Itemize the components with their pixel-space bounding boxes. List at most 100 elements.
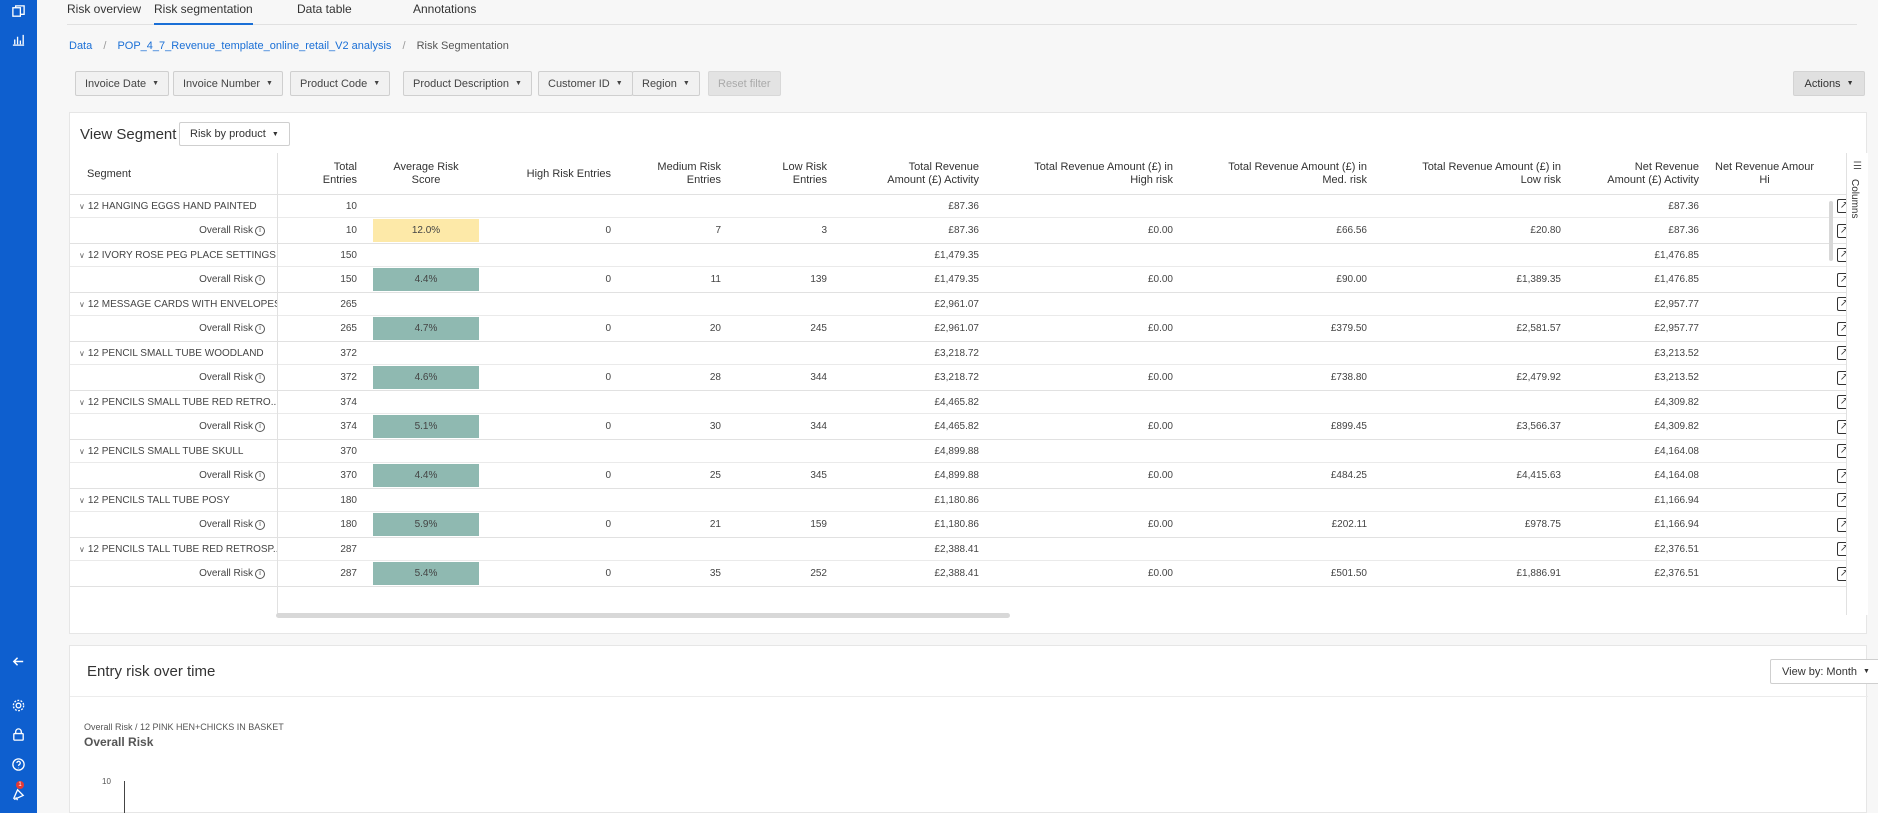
segment-row[interactable]: ∨ 12 PENCILS SMALL TUBE SKULL 370 £4,899.88… — [70, 440, 1851, 463]
segment-row[interactable]: ∨ 12 PENCILS TALL TUBE RED RETROSP... 287 £… — [70, 538, 1851, 561]
caret-down-icon: ▼ — [615, 80, 623, 87]
info-icon[interactable]: i — [255, 274, 265, 285]
filter-invoice-number[interactable]: Invoice Number ▼ — [173, 71, 283, 96]
breadcrumb-data[interactable]: Data — [69, 40, 92, 52]
cell-net: £2,376.51 — [1654, 568, 1700, 579]
cell-medium: 30 — [709, 421, 721, 432]
tab-risk-segmentation[interactable]: Risk segmentation — [154, 2, 253, 25]
info-icon[interactable]: i — [255, 372, 265, 383]
header-total-entries[interactable]: Total Entries — [277, 153, 363, 195]
chevron-down-icon[interactable]: ∨ — [79, 349, 85, 358]
cell-rev_med: £501.50 — [1330, 568, 1367, 579]
columns-grip-icon: ☰ — [1853, 161, 1862, 172]
help-icon[interactable] — [0, 753, 37, 775]
info-icon[interactable]: i — [255, 470, 265, 481]
info-icon[interactable]: i — [255, 323, 265, 334]
filter-region[interactable]: Region ▼ — [632, 71, 700, 96]
filter-product-code[interactable]: Product Code ▼ — [290, 71, 391, 96]
overall-risk-row[interactable]: Overall Risk i 12.0% 10 0 7 3 £87.36 £0.00 £66.56… — [70, 218, 1851, 244]
chevron-down-icon[interactable]: ∨ — [79, 300, 85, 309]
notification-icon[interactable]: 1 — [0, 781, 37, 805]
cell-rev_high: £0.00 — [1147, 225, 1173, 236]
segment-select[interactable]: Risk by product ▼ — [179, 122, 290, 146]
filter-product-description[interactable]: Product Description ▼ — [403, 71, 532, 96]
segment-name[interactable]: ∨ 12 PENCILS TALL TUBE RED RETROSP... — [70, 538, 277, 560]
vertical-scrollbar[interactable] — [1829, 201, 1833, 261]
segment-name[interactable]: ∨ 12 IVORY ROSE PEG PLACE SETTINGS — [70, 244, 277, 266]
columns-side-panel[interactable]: ☰ Columns — [1846, 153, 1868, 615]
info-icon[interactable]: i — [255, 568, 265, 579]
lock-icon[interactable] — [0, 723, 37, 745]
segment-row[interactable]: ∨ 12 HANGING EGGS HAND PAINTED 10 £87.36 £87… — [70, 195, 1851, 218]
header-high-risk-entries[interactable]: High Risk Entries — [479, 153, 617, 195]
view-by-select[interactable]: View by: Month ▼ — [1770, 659, 1878, 684]
horizontal-scrollbar[interactable] — [276, 613, 1010, 618]
chevron-down-icon[interactable]: ∨ — [79, 251, 85, 260]
breadcrumb-separator: / — [103, 40, 107, 52]
header-net-revenue-high[interactable]: Net Revenue Amour Hi — [1705, 153, 1868, 195]
header-average-risk-score[interactable]: Average Risk Score — [373, 153, 479, 195]
segment-row[interactable]: ∨ 12 PENCILS TALL TUBE POSY 180 £1,180.86 £1… — [70, 489, 1851, 512]
segment-row[interactable]: ∨ 12 MESSAGE CARDS WITH ENVELOPES 265 £2,96… — [70, 293, 1851, 316]
segment-row[interactable]: ∨ 12 PENCIL SMALL TUBE WOODLAND 372 £3,218.… — [70, 342, 1851, 365]
bar-chart-icon[interactable] — [0, 28, 37, 50]
segment-name[interactable]: ∨ 12 PENCILS TALL TUBE POSY — [70, 489, 277, 511]
header-low-risk-entries[interactable]: Low Risk Entries — [727, 153, 833, 195]
segment-name[interactable]: ∨ 12 MESSAGE CARDS WITH ENVELOPES — [70, 293, 277, 315]
cell-medium: 7 — [715, 225, 721, 236]
segment-name[interactable]: ∨ 12 PENCILS SMALL TUBE RED RETRO... — [70, 391, 277, 413]
segment-name[interactable]: ∨ 12 PENCIL SMALL TUBE WOODLAND — [70, 342, 277, 364]
chevron-down-icon[interactable]: ∨ — [79, 496, 85, 505]
header-total-revenue-med[interactable]: Total Revenue Amount (£) in Med. risk — [1179, 153, 1373, 195]
chevron-down-icon[interactable]: ∨ — [79, 545, 85, 554]
header-medium-risk-entries[interactable]: Medium Risk Entries — [617, 153, 727, 195]
cell-net: £87.36 — [1668, 200, 1699, 212]
filter-customer-id[interactable]: Customer ID ▼ — [538, 71, 633, 96]
tab-annotations[interactable]: Annotations — [413, 2, 476, 25]
reset-filter-button[interactable]: Reset filter — [708, 71, 781, 96]
filter-label: Customer ID — [548, 77, 610, 90]
breadcrumb-separator: / — [402, 40, 406, 52]
segment-name[interactable]: ∨ 12 HANGING EGGS HAND PAINTED — [70, 195, 277, 217]
segment-row[interactable]: ∨ 12 IVORY ROSE PEG PLACE SETTINGS 150 £1,4… — [70, 244, 1851, 267]
chart-subtitle: Overall Risk / 12 PINK HEN+CHICKS IN BAS… — [84, 722, 284, 732]
arrow-left-icon[interactable] — [0, 650, 37, 672]
overall-risk-row[interactable]: Overall Risk i 4.4% 150 0 11 139 £1,479.35 £0.00… — [70, 267, 1851, 293]
pages-icon[interactable] — [0, 0, 37, 22]
overall-risk-row[interactable]: Overall Risk i 4.7% 265 0 20 245 £2,961.07 £0.00… — [70, 316, 1851, 342]
header-total-revenue-activity[interactable]: Total Revenue Amount (£) Activity — [833, 153, 985, 195]
header-segment[interactable]: Segment — [70, 153, 277, 195]
info-icon[interactable]: i — [255, 225, 265, 236]
cell-low: 159 — [810, 519, 827, 530]
overall-risk-row[interactable]: Overall Risk i 5.4% 287 0 35 252 £2,388.41 £0.00… — [70, 561, 1851, 587]
info-icon[interactable]: i — [255, 421, 265, 432]
info-icon[interactable]: i — [255, 519, 265, 530]
header-total-revenue-low[interactable]: Total Revenue Amount (£) in Low risk — [1373, 153, 1567, 195]
cell-rev_low: £2,479.92 — [1516, 372, 1562, 383]
segment-name[interactable]: ∨ 12 PENCILS SMALL TUBE SKULL — [70, 440, 277, 462]
actions-button[interactable]: Actions ▼ — [1793, 71, 1865, 96]
cell-medium: 28 — [709, 372, 721, 383]
cell-rev_high: £0.00 — [1147, 323, 1173, 334]
cell-total: 10 — [345, 225, 357, 236]
tab-data-table[interactable]: Data table — [297, 2, 352, 25]
header-net-revenue-activity[interactable]: Net Revenue Amount (£) Activity — [1567, 153, 1705, 195]
chevron-down-icon[interactable]: ∨ — [79, 202, 85, 211]
filter-invoice-date[interactable]: Invoice Date ▼ — [75, 71, 170, 96]
risk-score-badge: 4.7% — [373, 317, 479, 340]
segment-row[interactable]: ∨ 12 PENCILS SMALL TUBE RED RETRO... 374 £4… — [70, 391, 1851, 414]
cell-net: £1,166.94 — [1654, 494, 1700, 506]
overall-risk-row[interactable]: Overall Risk i 4.6% 372 0 28 344 £3,218.72 £0.00… — [70, 365, 1851, 391]
gear-icon[interactable] — [0, 694, 37, 716]
chevron-down-icon[interactable]: ∨ — [79, 447, 85, 456]
cell-low: 139 — [810, 274, 827, 285]
tab-risk-overview[interactable]: Risk overview — [67, 2, 141, 25]
chevron-down-icon[interactable]: ∨ — [79, 398, 85, 407]
overall-risk-row[interactable]: Overall Risk i 5.1% 374 0 30 344 £4,465.82 £0.00… — [70, 414, 1851, 440]
overall-risk-row[interactable]: Overall Risk i 4.4% 370 0 25 345 £4,899.88 £0.00… — [70, 463, 1851, 489]
breadcrumb-analysis[interactable]: POP_4_7_Revenue_template_online_retail_V… — [117, 40, 391, 52]
cell-total: 150 — [340, 274, 357, 285]
overall-risk-row[interactable]: Overall Risk i 5.9% 180 0 21 159 £1,180.86 £0.00… — [70, 512, 1851, 538]
cell-high: 0 — [605, 372, 611, 383]
header-total-revenue-high[interactable]: Total Revenue Amount (£) in High risk — [985, 153, 1179, 195]
